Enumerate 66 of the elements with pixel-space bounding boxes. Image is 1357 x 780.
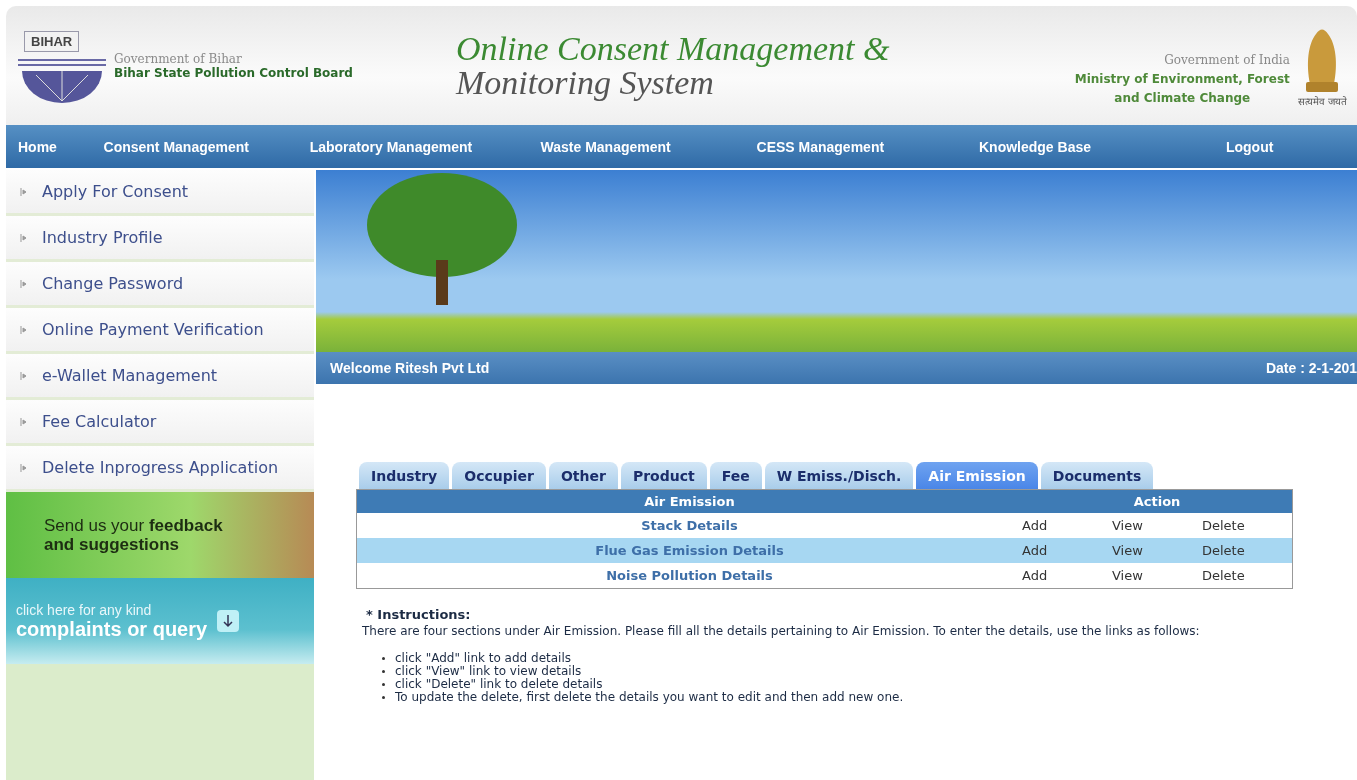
- instruction-item: click "Add" link to add details: [395, 652, 571, 665]
- column-header: Air Emission: [643, 493, 736, 511]
- bullet-icon: [20, 462, 28, 473]
- bullet-icon: [382, 696, 385, 699]
- sidebar-link[interactable]: Industry Profile: [6, 216, 314, 262]
- date-text: Date : 2-1-201: [1265, 360, 1357, 376]
- nav-link[interactable]: Logout: [1142, 138, 1357, 155]
- action-link[interactable]: Delete: [1202, 518, 1245, 533]
- nav-link[interactable]: Laboratory Management: [283, 138, 499, 155]
- instructions-title: * Instructions:: [365, 607, 472, 622]
- action-link[interactable]: Delete: [1202, 543, 1245, 558]
- action-link[interactable]: Add: [1022, 543, 1048, 558]
- nav-link[interactable]: Knowledge Base: [927, 138, 1143, 155]
- feedback-text: Send us your feedback and suggestions: [44, 516, 224, 554]
- tab[interactable]: Occupier: [452, 462, 546, 489]
- text: Government of India: [1163, 51, 1290, 69]
- site-title: Monitoring System: [456, 65, 714, 100]
- sidebar-link[interactable]: Online Payment Verification: [6, 308, 314, 354]
- nav-link[interactable]: Home: [6, 138, 69, 155]
- tab[interactable]: Fee: [709, 462, 762, 489]
- logo-text: BIHAR: [24, 30, 80, 52]
- bullet-icon: [20, 232, 28, 243]
- text: and Climate Change: [1113, 89, 1252, 107]
- motto-text: सत्यमेव जयते: [1297, 94, 1347, 108]
- sidebar-link[interactable]: Delete Inprogress Application: [6, 446, 314, 492]
- action-link[interactable]: Add: [1022, 568, 1048, 583]
- tab[interactable]: Other: [548, 462, 618, 489]
- action-link[interactable]: View: [1112, 543, 1143, 558]
- tab[interactable]: Product: [620, 462, 707, 489]
- tab[interactable]: Industry: [359, 462, 450, 489]
- action-link[interactable]: View: [1112, 518, 1143, 533]
- feedback-banner[interactable]: Send us your feedback and suggestions: [6, 492, 314, 578]
- site-title: Online Consent Management &: [456, 31, 891, 66]
- instruction-item: To update the delete, first delete the details you want to edit and then add new one.: [395, 691, 904, 704]
- text: click here for any kind: [16, 601, 153, 618]
- bullet-icon: [20, 324, 28, 335]
- nav-link[interactable]: Waste Management: [498, 138, 713, 155]
- bullet-icon: [382, 683, 385, 686]
- text: Government of Bihar: [114, 51, 243, 66]
- bullet-icon: [382, 657, 385, 660]
- sidebar-link[interactable]: e-Wallet Management: [6, 354, 314, 400]
- tab[interactable]: W Emiss./Disch.: [764, 462, 914, 489]
- nav-link[interactable]: Consent Management: [68, 138, 284, 155]
- section-link[interactable]: Stack Details: [641, 518, 738, 533]
- text: Bihar State Pollution Control Board: [114, 65, 353, 80]
- action-link[interactable]: Delete: [1202, 568, 1245, 583]
- bullet-icon: [20, 370, 28, 381]
- text: Ministry of Environment, Forest: [1074, 70, 1290, 88]
- section-link[interactable]: Noise Pollution Details: [606, 568, 773, 583]
- text: complaints or query: [16, 617, 208, 641]
- column-header: Action: [1132, 493, 1182, 511]
- instruction-item: click "Delete" link to delete details: [395, 678, 603, 691]
- action-link[interactable]: Add: [1022, 518, 1048, 533]
- instruction-item: click "View" link to view details: [395, 665, 582, 678]
- bullet-icon: [20, 416, 28, 427]
- nav-link[interactable]: CESS Management: [712, 138, 928, 155]
- bullet-icon: [20, 278, 28, 289]
- instructions-text: There are four sections under Air Emission. Please fill all the details pertaining to Air Emission. To enter the details, use the links as follows:: [362, 624, 1201, 638]
- bullet-icon: [20, 186, 28, 197]
- tab[interactable]: Documents: [1040, 462, 1154, 489]
- action-link[interactable]: View: [1112, 568, 1143, 583]
- sidebar-link[interactable]: Fee Calculator: [6, 400, 314, 446]
- welcome-text: Welcome Ritesh Pvt Ltd: [330, 360, 490, 376]
- sidebar-link[interactable]: Change Password: [6, 262, 314, 308]
- bullet-icon: [382, 670, 385, 673]
- sidebar-link[interactable]: Apply For Consent: [6, 170, 314, 216]
